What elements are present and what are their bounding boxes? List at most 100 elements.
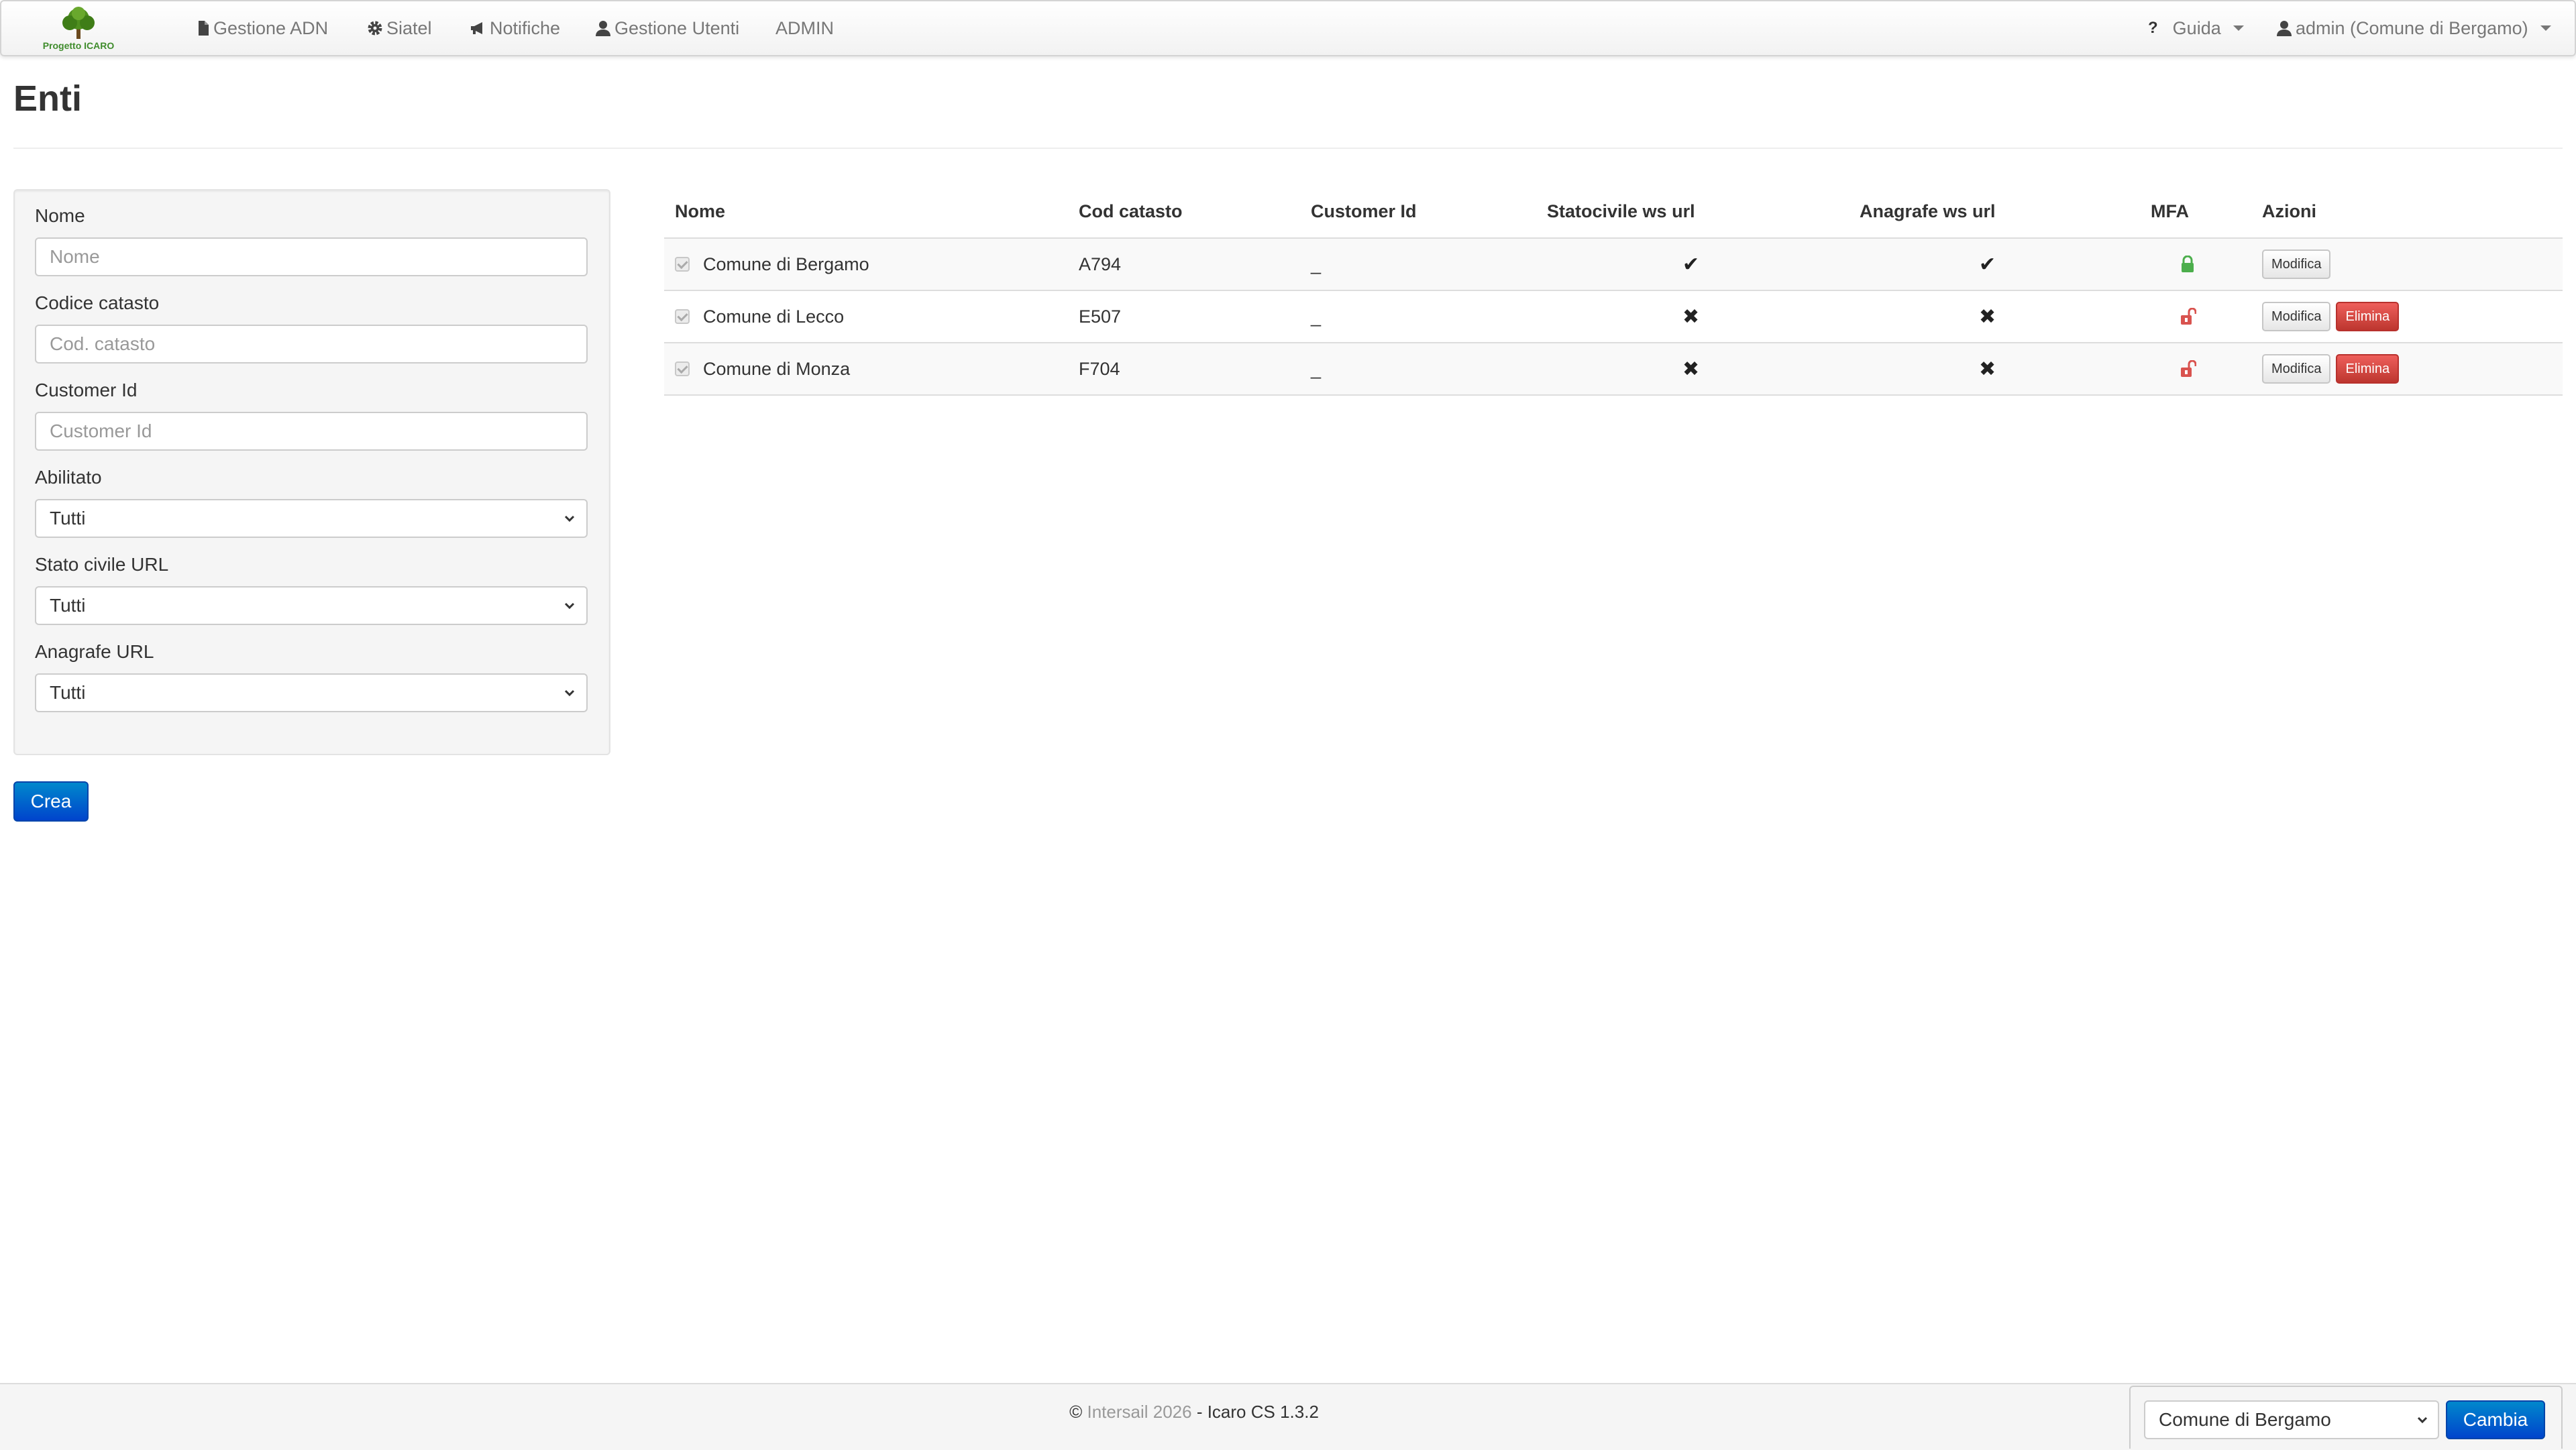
nav-admin-label: ADMIN [775, 18, 834, 38]
customer-id: _ [1311, 254, 1322, 274]
header-anagrafe: Anagrafe ws url [1860, 201, 1996, 221]
header-statocivile: Statocivile ws url [1547, 201, 1695, 221]
elimina-button[interactable]: Elimina [2336, 354, 2400, 384]
row-checkbox[interactable] [675, 361, 690, 376]
mfa-cell [2180, 343, 2196, 394]
mfa-cell [2180, 239, 2195, 290]
stato-civile-url-label: Stato civile URL [35, 554, 169, 575]
ente-name: Comune di Monza [703, 358, 851, 379]
anagrafe-url-select[interactable]: Tutti [35, 673, 588, 712]
ente-name: Comune di Lecco [703, 306, 845, 327]
cambia-button[interactable]: Cambia [2446, 1400, 2545, 1439]
modifica-button[interactable]: Modifica [2262, 249, 2331, 279]
help-dropdown[interactable]: ? Guida [2148, 1, 2244, 55]
elimina-button[interactable]: Elimina [2336, 302, 2400, 331]
header-customer-id: Customer Id [1311, 201, 1417, 221]
stato-civile-url-select[interactable]: Tutti [35, 586, 588, 625]
customer-id-label: Customer Id [35, 380, 138, 400]
chevron-down-icon [2540, 25, 2551, 31]
header-mfa: MFA [2151, 201, 2189, 221]
ente-select[interactable]: Comune di Bergamo [2144, 1400, 2439, 1439]
user-icon [2277, 21, 2292, 36]
actions-cell: Modifica Elimina [2262, 291, 2400, 342]
tree-logo-icon [62, 7, 95, 39]
row-checkbox[interactable] [675, 309, 690, 324]
statocivile-cross-icon: ✖ [1682, 305, 1700, 328]
cod-catasto: A794 [1079, 254, 1122, 274]
customer-id: _ [1311, 306, 1322, 327]
mfa-cell [2180, 291, 2196, 342]
cod-catasto: E507 [1079, 306, 1122, 327]
header-azioni: Azioni [2262, 201, 2316, 221]
anagrafe-cross-icon: ✖ [1979, 357, 1996, 380]
name-cell: Comune di Monza [675, 343, 850, 394]
abilitato-select[interactable]: Tutti [35, 499, 588, 538]
abilitato-label: Abilitato [35, 467, 102, 488]
footer-text: © Intersail 2026 - Icaro CS 1.3.2 [0, 1402, 2388, 1423]
filter-panel: Nome Codice catasto Customer Id Abilitat… [13, 189, 610, 755]
name-cell: Comune di Bergamo [675, 239, 869, 290]
customer-id: _ [1311, 358, 1322, 379]
lock-open-icon [2181, 308, 2196, 325]
user-dropdown[interactable]: admin (Comune di Bergamo) [2277, 1, 2551, 55]
page-title: Enti [13, 78, 82, 119]
lock-closed-icon [2182, 256, 2194, 272]
nav-gestione-utenti-label: Gestione Utenti [614, 18, 740, 38]
nav-notifiche-label: Notifiche [490, 18, 561, 38]
statocivile-check-icon: ✔ [1682, 253, 1700, 276]
logo-text: Progetto ICARO [42, 40, 115, 51]
table-row: Comune di Monza F704 _ ✖ ✖ Modifica Elim… [664, 343, 2563, 396]
nav-gestione-adn[interactable]: Gestione ADN [197, 1, 328, 55]
nav-siatel-label: Siatel [386, 18, 432, 38]
anagrafe-cross-icon: ✖ [1979, 305, 1996, 328]
footer-company[interactable]: Intersail 2026 [1087, 1402, 1191, 1422]
nav-admin[interactable]: ADMIN [775, 1, 834, 55]
ente-switcher: Comune di Bergamo Cambia [2129, 1386, 2563, 1449]
top-navbar: Progetto ICARO Gestione ADN Siatel Notif… [0, 0, 2576, 56]
modifica-button[interactable]: Modifica [2262, 302, 2331, 331]
actions-cell: Modifica [2262, 239, 2331, 290]
question-icon: ? [2148, 19, 2158, 37]
document-icon [199, 21, 209, 36]
nome-label: Nome [35, 205, 85, 226]
anagrafe-check-icon: ✔ [1979, 253, 1996, 276]
header-cod-catasto: Cod catasto [1079, 201, 1183, 221]
table-row: Comune di Lecco E507 _ ✖ ✖ Modifica Elim… [664, 291, 2563, 343]
customer-id-input[interactable] [35, 412, 588, 451]
nav-notifiche[interactable]: Notifiche [470, 1, 560, 55]
user-icon [596, 21, 610, 36]
abilitato-value: Tutti [50, 508, 86, 528]
header-nome: Nome [675, 201, 726, 221]
chevron-down-icon [2233, 25, 2244, 31]
cod-catasto: F704 [1079, 358, 1120, 379]
nav-gestione-utenti[interactable]: Gestione Utenti [596, 1, 739, 55]
copyright-symbol: © [1069, 1402, 1083, 1422]
codice-catasto-label: Codice catasto [35, 292, 160, 313]
megaphone-icon [471, 22, 482, 34]
title-divider [13, 148, 2563, 149]
name-cell: Comune di Lecco [675, 291, 844, 342]
nome-input[interactable] [35, 237, 588, 276]
user-label: admin (Comune di Bergamo) [2296, 18, 2528, 38]
anagrafe-url-label: Anagrafe URL [35, 641, 154, 662]
ente-select-value: Comune di Bergamo [2159, 1409, 2331, 1430]
lock-open-icon [2181, 360, 2196, 377]
row-checkbox[interactable] [675, 257, 690, 272]
actions-cell: Modifica Elimina [2262, 343, 2400, 394]
footer-product: Icaro CS 1.3.2 [1207, 1402, 1319, 1422]
gear-icon [368, 21, 382, 36]
nav-siatel[interactable]: Siatel [368, 1, 432, 55]
icaro-logo[interactable]: Progetto ICARO [35, 5, 122, 52]
stato-civile-url-value: Tutti [50, 595, 86, 616]
chevron-down-icon [564, 602, 575, 610]
chevron-down-icon [2417, 1416, 2428, 1424]
nav-gestione-adn-label: Gestione ADN [213, 18, 329, 38]
crea-button[interactable]: Crea [13, 781, 89, 822]
help-label: Guida [2172, 18, 2221, 38]
modifica-button[interactable]: Modifica [2262, 354, 2331, 384]
statocivile-cross-icon: ✖ [1682, 357, 1700, 380]
ente-name: Comune di Bergamo [703, 254, 869, 274]
codice-catasto-input[interactable] [35, 325, 588, 364]
anagrafe-url-value: Tutti [50, 682, 86, 703]
chevron-down-icon [564, 689, 575, 697]
